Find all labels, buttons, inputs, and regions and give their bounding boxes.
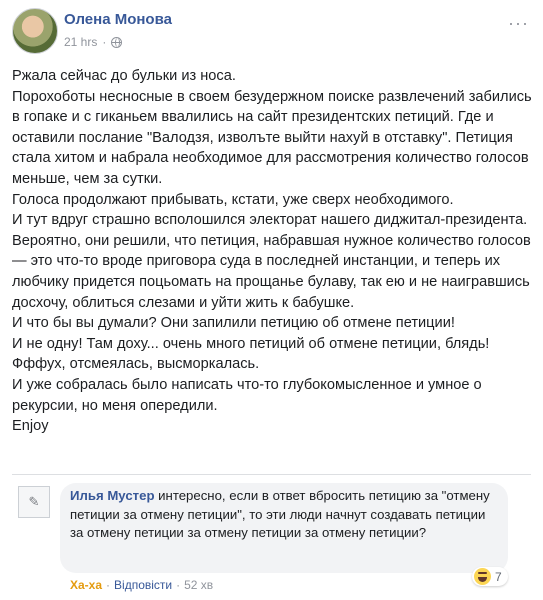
- reaction-count: 7: [495, 569, 502, 584]
- more-options-icon[interactable]: ···: [508, 13, 529, 34]
- reply-button[interactable]: Відповісти: [114, 578, 172, 592]
- haha-reaction-icon: [474, 568, 491, 585]
- comment-bubble: Илья Мустер интересно, если в ответ вбро…: [60, 483, 508, 573]
- action-separator: ·: [176, 578, 181, 592]
- comment-reaction-summary[interactable]: 7: [472, 567, 508, 586]
- haha-reaction-button[interactable]: Ха-ха: [70, 578, 102, 592]
- meta-separator: ·: [102, 35, 107, 49]
- author-avatar[interactable]: [12, 8, 58, 54]
- commenter-name[interactable]: Илья Мустер: [70, 488, 155, 503]
- comment-actions: Ха-ха · Відповісти · 52 хв: [70, 578, 213, 592]
- comment-time[interactable]: 52 хв: [184, 578, 213, 592]
- post-meta: 21 hrs ·: [64, 35, 123, 49]
- facebook-post: Олена Монова 21 hrs · ··· Ржала сейчас д…: [0, 0, 543, 600]
- post-author-name[interactable]: Олена Монова: [64, 11, 172, 28]
- action-separator: ·: [106, 578, 111, 592]
- globe-icon[interactable]: [111, 36, 123, 48]
- commenter-avatar[interactable]: ✎: [18, 486, 50, 518]
- post-time[interactable]: 21 hrs: [64, 35, 97, 49]
- post-header: Олена Монова 21 hrs · ···: [12, 8, 531, 58]
- comment-text-block: Илья Мустер интересно, если в ответ вбро…: [70, 487, 500, 543]
- post-text: Ржала сейчас до бульки из носа. Порохобо…: [12, 68, 532, 435]
- comments-divider: [12, 474, 531, 475]
